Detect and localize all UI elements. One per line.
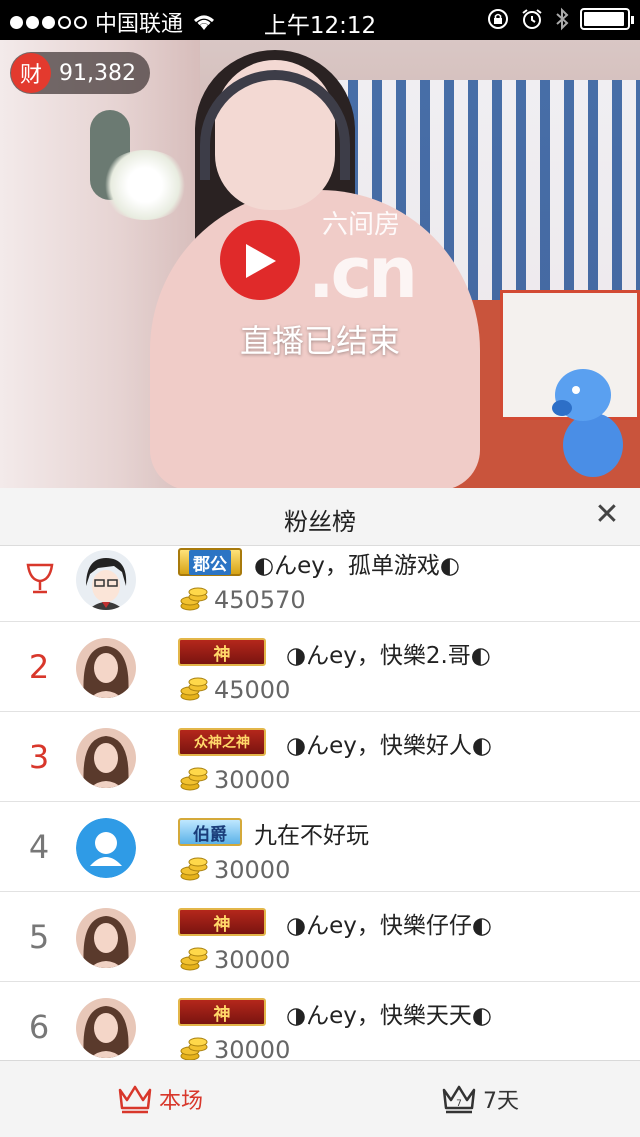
wealth-counter[interactable]: 财 91,382 [10,52,150,94]
rank-badge: 神 [178,908,266,936]
rank-number: 5 [28,918,50,956]
wealth-badge-icon: 财 [11,53,51,93]
alarm-icon [522,9,542,29]
coin-value: 30000 [214,766,291,794]
fan-ranking-list[interactable]: 郡公 ◐んey，孤单游戏◐ 450570 2 神 ◑んey，快樂2.哥◐ 450… [0,546,640,1060]
fan-ranking-header: 粉丝榜 ✕ [0,488,640,546]
live-video-frame[interactable]: 六间房 .cn 直播已结束 财 91,382 [0,40,640,488]
avatar[interactable] [76,550,136,610]
rank-badge: 神 [178,998,266,1026]
tab-this-session[interactable]: 本场 [0,1061,320,1137]
rank-badge: 众神之神 [178,728,266,756]
crown-7-icon: 7 [442,1085,476,1114]
coins-icon [180,587,208,611]
username: 九在不好玩 [254,823,369,849]
live-ended-text: 直播已结束 [239,322,400,360]
rotation-lock-icon [488,9,508,29]
avatar[interactable] [76,998,136,1058]
list-item[interactable]: 4 伯爵 九在不好玩 30000 [0,802,640,892]
trophy-icon [26,563,54,594]
username: ◑んey，快樂仔仔◐ [286,913,492,939]
rank-number: 6 [28,1008,50,1046]
avatar[interactable] [76,908,136,968]
site-logo: 六间房 .cn [220,210,430,330]
coins-icon [180,947,208,971]
wealth-value: 91,382 [59,60,136,86]
ranking-period-tabs: 本场 7 7天 [0,1060,640,1136]
coin-value: 450570 [214,586,306,614]
list-item[interactable]: 2 神 ◑んey，快樂2.哥◐ 45000 [0,622,640,712]
flowers-image [100,150,190,220]
logo-domain-text: .cn [308,232,418,314]
username: ◐んey，孤单游戏◐ [254,553,460,579]
bluetooth-icon [556,7,569,31]
avatar[interactable] [76,638,136,698]
coins-icon [180,677,208,701]
panel-title: 粉丝榜 [284,508,356,536]
rank-number: 2 [28,648,50,686]
rank-badge: 伯爵 [178,818,242,846]
dog-toy-image [552,369,623,477]
svg-text:7: 7 [456,1099,462,1109]
logo-play-icon [246,244,276,278]
battery-icon [580,8,634,30]
rank-number: 3 [28,738,50,776]
close-icon[interactable]: ✕ [592,500,622,530]
tab-label: 本场 [158,1089,203,1114]
list-item[interactable]: 3 众神之神 ◑んey，快樂好人◐ 30000 [0,712,640,802]
username: ◑んey，快樂2.哥◐ [286,643,491,669]
username: ◑んey，快樂天天◐ [286,1003,492,1029]
coin-value: 30000 [214,1036,291,1060]
username: ◑んey，快樂好人◐ [286,733,492,759]
avatar[interactable] [76,728,136,788]
list-item[interactable]: 郡公 ◐んey，孤单游戏◐ 450570 [0,546,640,622]
coin-value: 30000 [214,856,291,884]
crown-icon [118,1085,152,1114]
coins-icon [180,857,208,881]
rank-badge: 神 [178,638,266,666]
tab-label: 7天 [483,1089,519,1114]
list-item[interactable]: 5 神 ◑んey，快樂仔仔◐ 30000 [0,892,640,982]
coins-icon [180,767,208,791]
list-item[interactable]: 6 神 ◑んey，快樂天天◐ 30000 [0,982,640,1060]
coins-icon [180,1037,208,1060]
coin-value: 30000 [214,946,291,974]
avatar[interactable] [76,818,136,878]
status-icons [486,7,634,31]
rank-badge: 郡公 [178,548,242,576]
tab-seven-days[interactable]: 7 7天 [320,1061,640,1137]
coin-value: 45000 [214,676,291,704]
status-bar: 中国联通 上午12:12 [0,0,640,40]
rank-number: 4 [28,828,50,866]
